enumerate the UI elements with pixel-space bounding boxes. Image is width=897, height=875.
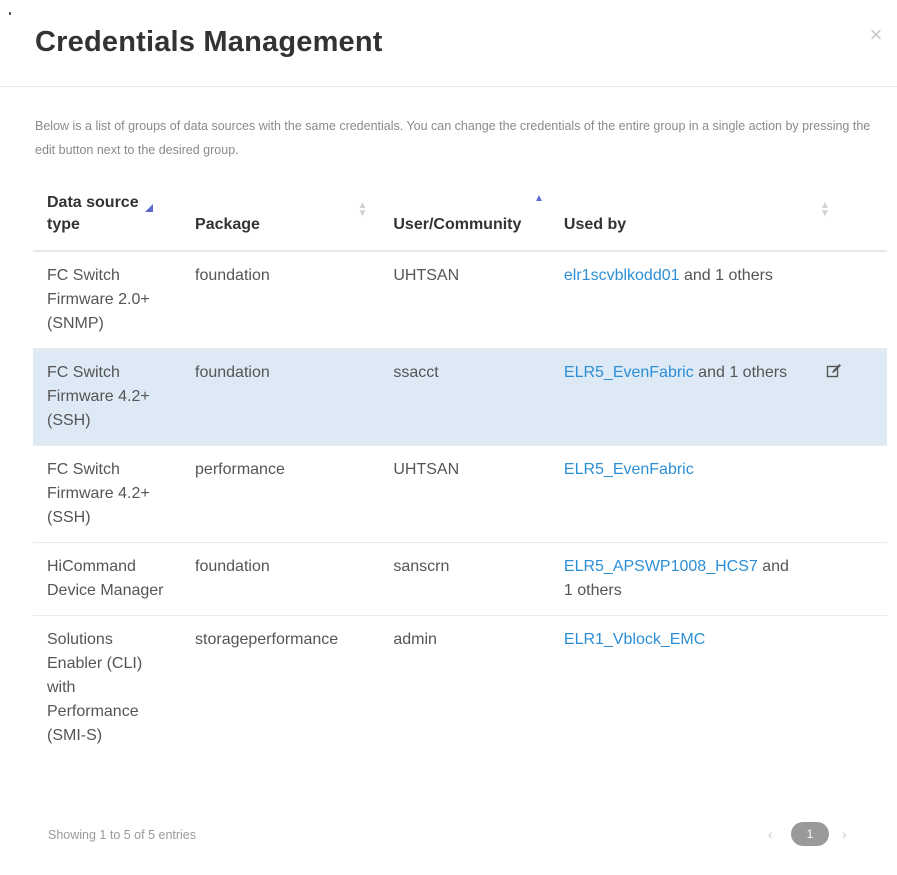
chevron-left-icon: ‹ [768,826,773,842]
used-by-suffix: and 1 others [693,364,788,381]
cell-actions [811,348,887,446]
table-row[interactable]: FC Switch Firmware 4.2+ (SSH) performanc… [33,445,887,543]
used-by-link[interactable]: ELR5_EvenFabric [564,364,694,381]
dialog-header: Credentials Management × [0,0,897,87]
cell-data-source-type: FC Switch Firmware 2.0+ (SNMP) [33,251,182,349]
used-by-link[interactable]: ELR5_EvenFabric [564,461,694,478]
edit-icon [826,364,841,378]
pagination-next-button[interactable]: › [842,826,847,842]
used-by-link[interactable]: elr1scvblkodd01 [564,267,680,284]
dialog-description: Below is a list of groups of data source… [35,119,871,157]
cell-actions [812,616,887,761]
used-by-link[interactable]: ELR5_APSWP1008_HCS7 [564,558,758,575]
used-by-link[interactable]: ELR1_Vblock_EMC [564,631,705,648]
pagination-page-button[interactable]: 1 [791,822,829,846]
column-header-user-community[interactable]: User/Community ▲ [379,182,550,252]
pagination-previous-button[interactable]: ‹ [768,826,773,842]
cell-used-by: ELR5_APSWP1008_HCS7 and 1 others [549,542,812,616]
cell-data-source-type: HiCommand Device Manager [33,542,182,616]
cell-user-community: UHTSAN [379,251,550,349]
cell-data-source-type: FC Switch Firmware 4.2+ (SSH) [33,348,182,446]
column-header-actions [811,182,887,252]
cell-package: storageperformance [195,631,339,648]
cell-used-by: ELR5_EvenFabric and 1 others [549,348,812,446]
cell-package: performance [181,445,380,543]
close-icon: × [869,22,883,47]
credentials-management-dialog: Credentials Management × Below is a list… [0,0,897,875]
cell-data-source-type: Solutions Enabler (CLI) with Performance… [47,631,143,744]
column-header-data-source-type[interactable]: Data source type [33,182,182,252]
cell-user-community: admin [393,631,437,648]
column-header-label: User/Community [393,216,522,233]
table-row[interactable]: FC Switch Firmware 2.0+ (SNMP) foundatio… [33,251,887,349]
cell-used-by: ELR5_EvenFabric [549,445,812,543]
column-header-label: Package [195,216,260,233]
sort-icon: ▲ ▼ [357,200,368,219]
cell-user-community: UHTSAN [379,445,550,543]
cell-package: foundation [181,348,380,446]
edit-button[interactable] [826,363,842,387]
table-row-selected[interactable]: FC Switch Firmware 4.2+ (SSH) foundation… [33,348,887,446]
close-button[interactable]: × [863,22,889,48]
credentials-table: Data source type Package ▲ ▼ User/Communi… [33,182,887,760]
cell-used-by: elr1scvblkodd01 and 1 others [549,251,812,349]
cell-package: foundation [181,542,380,616]
cell-data-source-type: FC Switch Firmware 4.2+ (SSH) [33,445,182,543]
table-row[interactable]: Solutions Enabler (CLI) with Performance… [33,616,887,761]
column-header-used-by[interactable]: Used by ▲ ▼ [549,182,830,252]
table-header-row: Data source type Package ▲ ▼ User/Communi… [33,182,887,252]
table-footer: Showing 1 to 5 of 5 entries ‹ 1 › [0,808,897,858]
column-header-label: Data source type [47,194,139,233]
table-row[interactable]: HiCommand Device Manager foundation sans… [33,542,887,616]
sort-ascending-icon: ▲ [533,193,544,204]
chevron-right-icon: › [842,826,847,842]
cell-used-by: ELR1_Vblock_EMC [550,616,812,761]
entries-info: Showing 1 to 5 of 5 entries [48,828,197,842]
column-header-package[interactable]: Package ▲ ▼ [181,182,380,252]
cell-actions [811,251,887,349]
cell-package: foundation [181,251,380,349]
sort-icon [145,204,153,212]
cell-user-community: ssacct [379,348,550,446]
dialog-title: Credentials Management [35,26,383,58]
column-header-label: Used by [563,216,627,233]
cell-user-community: sanscrn [379,542,550,616]
cell-actions [811,445,887,543]
used-by-suffix: and 1 others [679,267,773,284]
cell-actions [811,542,887,616]
